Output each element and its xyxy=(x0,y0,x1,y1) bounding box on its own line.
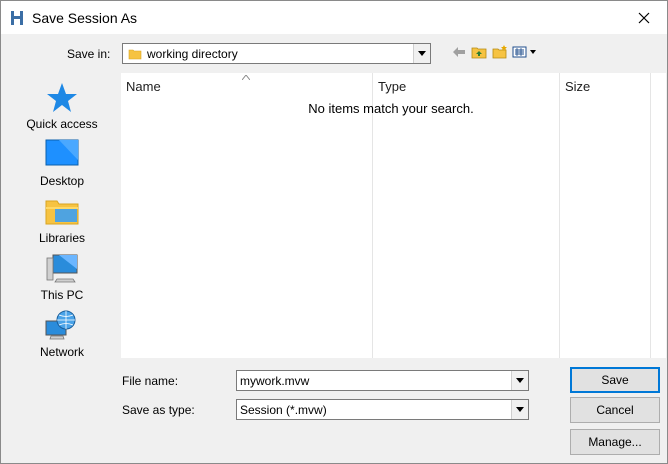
empty-message: No items match your search. xyxy=(308,101,474,116)
app-logo-icon xyxy=(11,11,23,25)
file-name-label: File name: xyxy=(122,374,179,388)
folder-up-icon xyxy=(471,47,487,59)
file-list-view[interactable]: Name Type Size No items match your searc… xyxy=(121,73,666,358)
place-label: Libraries xyxy=(38,231,86,245)
quick-access-star-icon xyxy=(47,83,77,112)
up-folder-button[interactable] xyxy=(470,44,488,60)
place-desktop[interactable]: Desktop xyxy=(10,138,114,192)
close-button[interactable] xyxy=(621,1,667,34)
this-pc-icon xyxy=(46,254,78,283)
back-button[interactable] xyxy=(452,44,466,60)
cancel-button[interactable]: Cancel xyxy=(570,397,660,423)
place-this-pc[interactable]: This PC xyxy=(10,252,114,306)
desktop-icon xyxy=(45,139,79,166)
column-header-size[interactable]: Size xyxy=(560,73,650,101)
file-name-value[interactable]: mywork.mvw xyxy=(240,374,309,388)
back-arrow-icon xyxy=(453,47,465,57)
place-label: Network xyxy=(39,345,84,359)
save-in-combobox[interactable]: working directory xyxy=(122,43,431,64)
new-folder-button[interactable] xyxy=(491,44,509,60)
view-menu-icon xyxy=(512,46,536,58)
save-as-type-dropdown-arrow[interactable] xyxy=(511,400,528,419)
folder-icon xyxy=(128,49,142,60)
libraries-icon xyxy=(45,200,79,225)
place-label: Desktop xyxy=(39,174,85,188)
window-title: Save Session As xyxy=(32,10,138,26)
place-label: Quick access xyxy=(26,117,98,131)
chevron-down-icon xyxy=(516,378,524,383)
place-quick-access[interactable]: Quick access xyxy=(10,81,114,135)
place-libraries[interactable]: Libraries xyxy=(10,195,114,249)
save-as-type-label: Save as type: xyxy=(122,403,195,417)
save-as-type-combobox[interactable]: Session (*.mvw) xyxy=(236,399,529,420)
save-in-value: working directory xyxy=(147,47,238,61)
network-icon xyxy=(45,310,76,340)
save-as-type-value: Session (*.mvw) xyxy=(240,403,327,417)
new-folder-icon xyxy=(492,45,507,59)
place-network[interactable]: Network xyxy=(10,309,114,363)
place-label: This PC xyxy=(40,288,84,302)
view-menu-button[interactable] xyxy=(512,44,538,60)
column-header-name[interactable]: Name xyxy=(121,73,372,101)
save-session-dialog: Save Session As Save in: working directo… xyxy=(0,0,668,464)
manage-button[interactable]: Manage... xyxy=(570,429,660,455)
save-in-dropdown-arrow[interactable] xyxy=(413,44,430,63)
file-name-combobox[interactable]: mywork.mvw xyxy=(236,370,529,391)
file-name-dropdown-arrow[interactable] xyxy=(511,371,528,390)
close-icon xyxy=(638,12,650,23)
save-button[interactable]: Save xyxy=(570,367,660,393)
places-bar: Quick access Desktop Libraries This PC N… xyxy=(10,73,114,359)
column-header-type[interactable]: Type xyxy=(373,73,559,101)
title-bar: Save Session As xyxy=(1,1,667,34)
chevron-down-icon xyxy=(516,407,524,412)
chevron-down-icon xyxy=(418,51,426,56)
save-in-label: Save in: xyxy=(67,47,111,61)
